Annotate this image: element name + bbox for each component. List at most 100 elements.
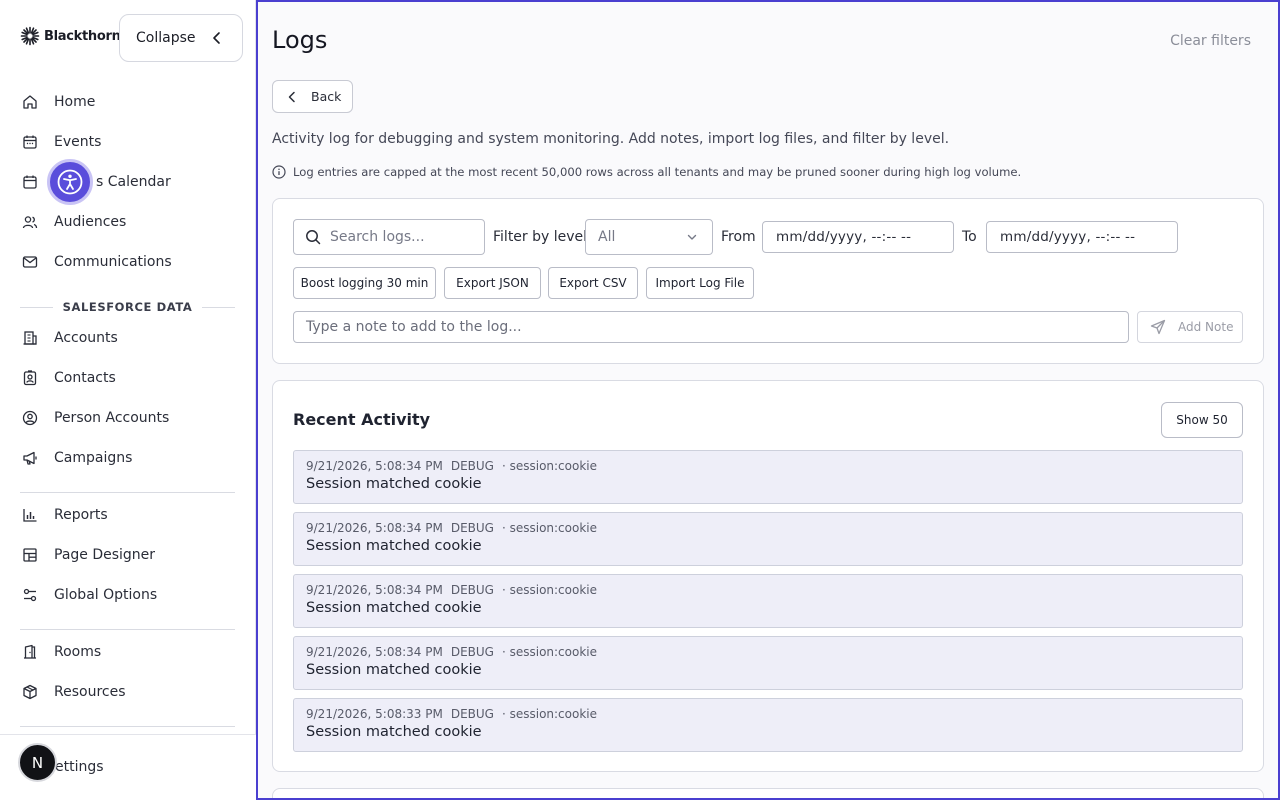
sidebar-item-label: ettings [55,759,104,775]
export-csv-button[interactable]: Export CSV [548,267,638,299]
note-input[interactable]: Type a note to add to the log... [293,311,1129,343]
sidebar: Blackthorn Collapse Home Events s Calend… [0,0,256,800]
sidebar-item-label: Global Options [54,587,158,603]
sidebar-item-contacts[interactable]: Contacts [22,366,116,390]
log-level: DEBUG [450,583,494,597]
log-timestamp: 9/21/2026, 5:08:34 PM [306,459,443,473]
mail-icon [22,256,38,268]
import-log-file-button[interactable]: Import Log File [646,267,754,299]
sidebar-item-campaigns[interactable]: Campaigns [22,446,132,470]
search-input[interactable]: Search logs... [293,219,485,255]
level-select[interactable]: All [585,219,713,255]
bar-chart-icon [23,509,37,522]
search-icon [306,230,321,245]
accessibility-button[interactable] [47,159,93,205]
log-level: DEBUG [450,459,494,473]
back-label: Back [311,89,342,104]
export-json-button[interactable]: Export JSON [444,267,541,299]
contact-card-icon [23,370,37,386]
to-date-input[interactable]: mm/dd/yyyy, --:-- -- [986,221,1178,253]
sidebar-item-label: Communications [54,254,172,270]
notice-text: Log entries are capped at the most recen… [293,165,1022,179]
sidebar-item-label: Reports [54,507,108,523]
collapse-button[interactable]: Collapse [119,14,243,62]
sidebar-item-label: Audiences [54,214,127,230]
sidebar-item-label: Home [54,94,96,110]
sidebar-item-global-options[interactable]: Global Options [22,583,157,607]
send-icon [1150,319,1166,335]
user-circle-icon [22,410,38,426]
log-timestamp: 9/21/2026, 5:08:34 PM [306,645,443,659]
sidebar-item-communications[interactable]: Communications [22,250,172,274]
log-cap-notice: Log entries are capped at the most recen… [272,165,1021,179]
avatar[interactable]: N [18,743,57,782]
sidebar-item-audiences[interactable]: Audiences [22,210,126,234]
sidebar-item-settings[interactable]: ettings [53,755,104,779]
sidebar-item-accounts[interactable]: Accounts [22,326,118,350]
sidebar-item-reports[interactable]: Reports [22,503,108,527]
from-label: From [721,229,756,245]
log-source: · session:cookie [501,459,598,473]
accessibility-icon [57,169,83,195]
back-button[interactable]: Back [272,80,353,113]
log-level: DEBUG [450,521,494,535]
from-date-input[interactable]: mm/dd/yyyy, --:-- -- [762,221,954,253]
log-source: · session:cookie [501,707,598,721]
section-header-label: SALESFORCE DATA [62,300,193,314]
chevron-left-icon [288,91,295,102]
sidebar-item-person-accounts[interactable]: Person Accounts [22,406,169,430]
sidebar-item-calendar[interactable]: s Calendar [22,170,171,194]
log-message: Session matched cookie [306,538,482,554]
show-count-button[interactable]: Show 50 [1161,402,1243,438]
sidebar-item-label: Events [54,134,102,150]
boost-logging-button[interactable]: Boost logging 30 min [293,267,436,299]
log-message: Session matched cookie [306,662,482,678]
sidebar-item-home[interactable]: Home [22,90,95,114]
page-title: Logs [272,26,328,54]
brand-logo[interactable]: Blackthorn [20,26,121,46]
sliders-icon [23,588,37,602]
sidebar-divider [20,726,235,727]
search-placeholder: Search logs... [330,229,425,245]
door-icon [24,644,36,659]
log-entry[interactable]: 9/21/2026, 5:08:34 PM DEBUG · session:co… [293,574,1243,628]
collapse-label: Collapse [136,30,196,46]
chevron-down-icon [687,234,697,240]
blackthorn-logo-icon [20,26,40,46]
sidebar-item-resources[interactable]: Resources [22,680,126,704]
to-label: To [962,229,977,245]
sidebar-item-label: Contacts [54,370,116,386]
add-note-label: Add Note [1178,320,1234,334]
sidebar-item-events[interactable]: Events [22,130,101,154]
next-panel [272,788,1264,798]
page-description: Activity log for debugging and system mo… [272,131,950,147]
main-content: Logs Clear filters Back Activity log for… [256,0,1280,800]
log-meta: 9/21/2026, 5:08:34 PM DEBUG · session:co… [306,521,1230,535]
log-entry[interactable]: 9/21/2026, 5:08:34 PM DEBUG · session:co… [293,450,1243,504]
chevron-left-icon [213,32,220,44]
log-meta: 9/21/2026, 5:08:34 PM DEBUG · session:co… [306,583,1230,597]
log-entry[interactable]: 9/21/2026, 5:08:34 PM DEBUG · session:co… [293,636,1243,690]
sidebar-item-label: Page Designer [54,547,156,563]
log-meta: 9/21/2026, 5:08:34 PM DEBUG · session:co… [306,645,1230,659]
sidebar-item-label: s Calendar [96,174,171,190]
log-source: · session:cookie [501,645,598,659]
sidebar-item-label: Person Accounts [54,410,170,426]
add-note-button[interactable]: Add Note [1137,311,1243,343]
log-entry[interactable]: 9/21/2026, 5:08:33 PM DEBUG · session:co… [293,698,1243,752]
log-message: Session matched cookie [306,476,482,492]
brand-name: Blackthorn [44,28,121,44]
sidebar-item-rooms[interactable]: Rooms [22,640,101,664]
calendar-icon [23,175,37,189]
sidebar-item-label: Resources [54,684,126,700]
log-timestamp: 9/21/2026, 5:08:33 PM [306,707,443,721]
note-placeholder: Type a note to add to the log... [306,319,522,335]
clear-filters-link[interactable]: Clear filters [1170,33,1251,49]
info-icon [272,165,286,179]
filters-panel: Search logs... Filter by level All From … [272,198,1264,364]
log-source: · session:cookie [501,583,598,597]
log-entry[interactable]: 9/21/2026, 5:08:34 PM DEBUG · session:co… [293,512,1243,566]
home-icon [23,95,37,109]
sidebar-item-page-designer[interactable]: Page Designer [22,543,155,567]
recent-activity-title: Recent Activity [293,410,431,429]
